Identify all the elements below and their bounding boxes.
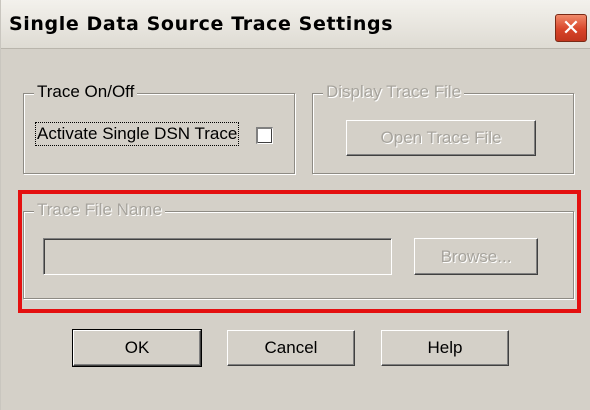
- ok-button[interactable]: OK: [72, 329, 202, 367]
- cancel-button[interactable]: Cancel: [227, 330, 355, 366]
- close-button[interactable]: ✕: [555, 14, 587, 42]
- trace-settings-dialog: Single Data Source Trace Settings ✕ Trac…: [0, 0, 590, 410]
- window-title: Single Data Source Trace Settings: [9, 13, 394, 35]
- trace-onoff-legend: Trace On/Off: [34, 82, 138, 102]
- close-icon: ✕: [561, 15, 581, 40]
- open-trace-file-button[interactable]: Open Trace File: [346, 120, 536, 156]
- help-button[interactable]: Help: [381, 330, 509, 366]
- activate-trace-checkbox[interactable]: [256, 127, 273, 144]
- display-trace-file-legend: Display Trace File: [323, 82, 465, 102]
- highlight-rectangle: [18, 190, 581, 313]
- activate-trace-label[interactable]: Activate Single DSN Trace: [34, 122, 240, 146]
- title-bar[interactable]: Single Data Source Trace Settings ✕: [1, 0, 590, 49]
